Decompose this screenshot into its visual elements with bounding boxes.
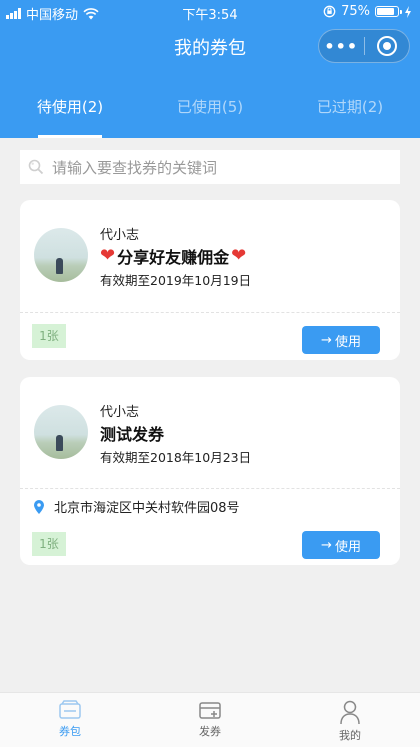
location-text: 北京市海淀区中关村软件园08号 bbox=[54, 501, 240, 516]
heart-icon: ❤ bbox=[100, 245, 116, 266]
coupon-title: ❤ 分享好友赚佣金 ❤ bbox=[100, 244, 246, 268]
location-pin-icon bbox=[34, 499, 44, 514]
tab-used[interactable]: 已使用(5) bbox=[140, 88, 280, 138]
tabbar-label: 券包 bbox=[59, 725, 81, 738]
quantity-badge: 1张 bbox=[32, 532, 66, 556]
tabbar-label: 我的 bbox=[339, 729, 361, 742]
coupon-card[interactable]: 代小志 测试发券 有效期至2018年10月23日 北京市海淀区中关村软件园08号… bbox=[20, 377, 400, 565]
avatar bbox=[34, 228, 88, 282]
coupon-card[interactable]: 代小志 ❤ 分享好友赚佣金 ❤ 有效期至2019年10月19日 1张 → 使用 bbox=[20, 200, 400, 360]
coupon-tabs: 待使用(2) 已使用(5) 已过期(2) bbox=[0, 88, 420, 138]
card-divider bbox=[20, 312, 400, 313]
search-icon bbox=[28, 159, 44, 175]
coupon-title-text: 分享好友赚佣金 bbox=[117, 248, 230, 267]
use-button-label: 使用 bbox=[334, 539, 361, 555]
charging-icon bbox=[405, 5, 411, 18]
coupon-issuer-name: 代小志 bbox=[100, 405, 140, 420]
coupon-title: 测试发券 bbox=[100, 421, 164, 445]
search-placeholder: 请输入要查找券的关键词 bbox=[52, 158, 218, 177]
tabbar-item-profile[interactable]: 我的 bbox=[280, 693, 420, 747]
close-button[interactable] bbox=[364, 36, 409, 56]
user-profile-icon bbox=[340, 700, 360, 725]
header: 中国移动 下午3:54 75% 我的券包 ••• 待使用(2) 已使用(5) 已… bbox=[0, 0, 420, 138]
coupon-location: 北京市海淀区中关村软件园08号 bbox=[34, 497, 240, 516]
mini-program-capsule: ••• bbox=[318, 29, 410, 63]
coupon-expiry: 有效期至2019年10月19日 bbox=[100, 273, 252, 288]
tabbar-label: 发券 bbox=[199, 725, 221, 738]
tab-pending[interactable]: 待使用(2) bbox=[0, 88, 140, 138]
search-input[interactable]: 请输入要查找券的关键词 bbox=[20, 150, 400, 184]
tab-expired[interactable]: 已过期(2) bbox=[280, 88, 420, 138]
use-button-label: 使用 bbox=[334, 334, 361, 350]
heart-icon: ❤ bbox=[231, 245, 247, 266]
avatar bbox=[34, 405, 88, 459]
issue-coupon-icon bbox=[199, 702, 221, 719]
more-dots-icon[interactable]: ••• bbox=[319, 37, 364, 56]
coupon-wallet-icon bbox=[59, 700, 81, 719]
status-bar: 中国移动 下午3:54 75% bbox=[0, 0, 420, 24]
tabbar-item-wallet[interactable]: 券包 bbox=[0, 693, 140, 747]
battery-percent: 75% bbox=[341, 4, 370, 19]
battery-icon bbox=[375, 6, 402, 17]
coupon-issuer-name: 代小志 bbox=[100, 228, 140, 243]
arrow-right-icon: → bbox=[321, 537, 332, 553]
coupon-title-text: 测试发券 bbox=[100, 425, 165, 444]
target-close-icon bbox=[376, 36, 397, 56]
arrow-right-icon: → bbox=[321, 332, 332, 348]
bottom-tab-bar: 券包 发券 我的 bbox=[0, 692, 420, 747]
use-button[interactable]: → 使用 bbox=[302, 326, 380, 354]
rotation-lock-icon bbox=[323, 5, 336, 18]
quantity-badge: 1张 bbox=[32, 324, 66, 348]
use-button[interactable]: → 使用 bbox=[302, 531, 380, 559]
card-divider bbox=[20, 488, 400, 489]
coupon-expiry: 有效期至2018年10月23日 bbox=[100, 450, 252, 465]
tabbar-item-issue[interactable]: 发券 bbox=[140, 693, 280, 747]
